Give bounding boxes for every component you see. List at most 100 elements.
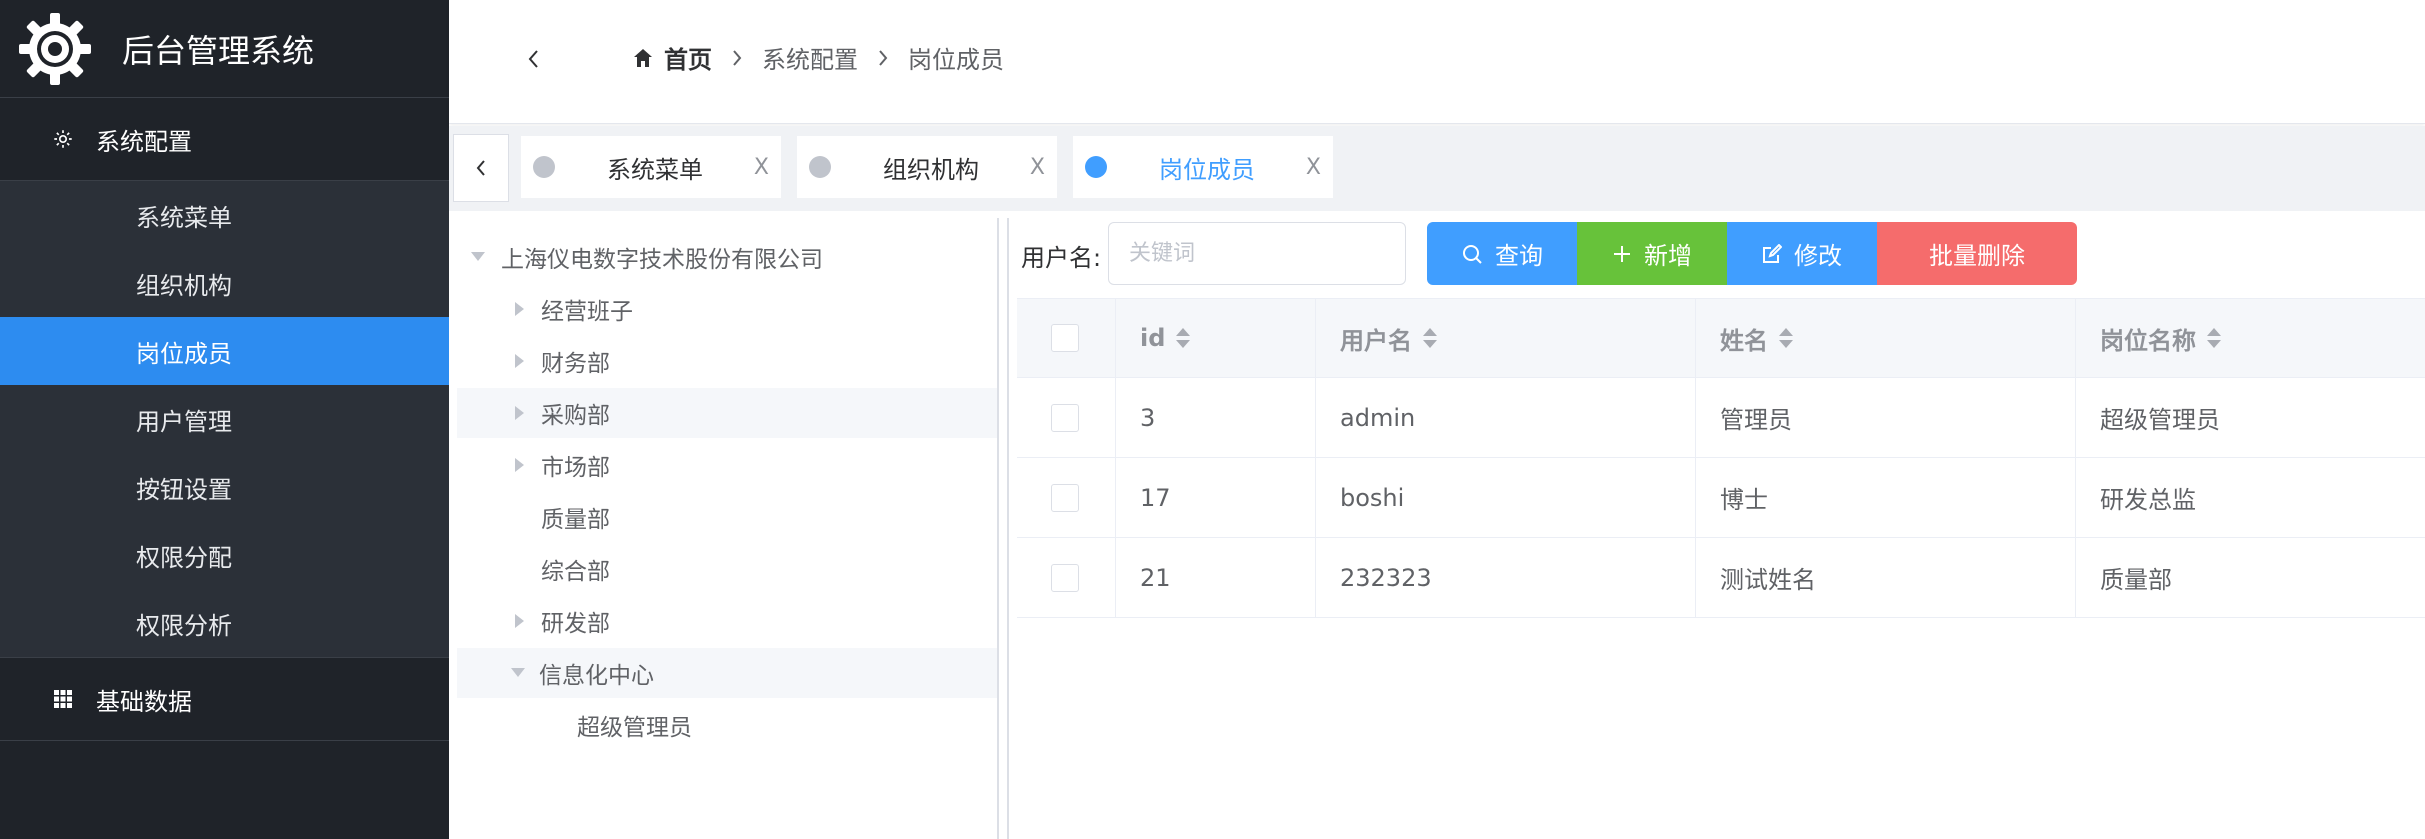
tab-organization[interactable]: 组织机构 X [797,136,1057,198]
table-row[interactable]: 21 232323 测试姓名 质量部 [1017,538,2425,618]
collapse-sidebar-button[interactable] [519,44,549,74]
cell-username: 232323 [1316,538,1696,617]
edit-icon [1763,243,1782,263]
gear-icon [50,126,76,152]
tabs-bar: 系统菜单 X 组织机构 X 岗位成员 X [449,126,2425,211]
cell-id: 21 [1116,538,1316,617]
tree-node-label: 经营班子 [541,299,633,325]
sidebar-item-label: 岗位成员 [136,339,232,368]
tree-node[interactable]: 经营班子 [457,284,997,334]
column-header-id[interactable]: id [1116,299,1316,377]
tree-node[interactable]: 采购部 [457,388,997,438]
batch-delete-button[interactable]: 批量删除 [1877,222,2077,285]
table-row[interactable]: 3 admin 管理员 超级管理员 [1017,378,2425,458]
tree-node[interactable]: 研发部 [457,596,997,646]
select-all-checkbox[interactable] [1051,324,1079,352]
cell-name: 管理员 [1696,378,2076,457]
sort-icon[interactable] [1778,326,1794,350]
caret-right-icon [513,406,527,420]
sidebar-item-permission-assign[interactable]: 权限分配 [0,521,449,589]
caret-right-icon [513,614,527,628]
chevron-right-icon [872,47,894,69]
home-icon [634,48,652,67]
tab-label: 岗位成员 [1159,155,1255,184]
row-checkbox[interactable] [1051,563,1079,592]
tree-node-label: 信息化中心 [539,663,654,689]
add-button-label: 新增 [1644,242,1692,270]
tree-node[interactable]: 市场部 [457,440,997,490]
tree-node-selected[interactable]: 信息化中心 [457,648,997,698]
sort-icon[interactable] [1175,326,1191,350]
breadcrumb-home[interactable]: 首页 [632,40,712,75]
row-select-cell [1017,458,1116,537]
sidebar: 后台管理系统 系统配置 系统菜单 组织机构 岗位成员 用户管理 按钮设置 权限分… [0,0,449,839]
search-label: 用户名: [1021,244,1102,272]
tree-node[interactable]: 综合部 [457,544,997,594]
column-header-username[interactable]: 用户名 [1316,299,1696,377]
sidebar-item-label: 系统菜单 [136,203,232,232]
caret-right-icon [513,354,527,368]
tab-close-button[interactable]: X [1306,155,1321,180]
tab-system-menu[interactable]: 系统菜单 X [521,136,781,198]
menu-group-label: 系统配置 [96,127,192,156]
menu-group-basic-data[interactable]: 基础数据 [0,657,449,741]
tree-node-label: 综合部 [541,559,610,585]
column-header-name[interactable]: 姓名 [1696,299,2076,377]
row-checkbox[interactable] [1051,483,1079,512]
column-header-label: 岗位名称 [2100,326,2196,355]
tab-position-members[interactable]: 岗位成员 X [1073,136,1333,198]
sidebar-item-label: 权限分析 [136,611,232,640]
tree-node-root[interactable]: 上海仪电数字技术股份有限公司 [457,232,997,282]
org-tree: 上海仪电数字技术股份有限公司 经营班子 财务部 采购部 市场部 质量部 综合部 … [453,224,997,839]
sidebar-item-user-management[interactable]: 用户管理 [0,385,449,453]
tree-node-leaf[interactable]: 超级管理员 [457,700,997,750]
sidebar-item-position-members[interactable]: 岗位成员 [0,317,449,385]
tree-node-label: 质量部 [541,507,610,533]
tree-node-label: 采购部 [541,403,610,429]
add-button[interactable]: 新增 [1577,222,1727,285]
column-header-label: 姓名 [1720,326,1768,355]
tree-node[interactable]: 财务部 [457,336,997,386]
row-checkbox[interactable] [1051,403,1079,432]
table-header: id 用户名 姓名 岗位名称 [1017,298,2425,378]
sidebar-item-system-menu[interactable]: 系统菜单 [0,181,449,249]
tab-close-button[interactable]: X [1030,155,1045,180]
caret-right-icon [513,458,527,472]
tree-node[interactable]: 质量部 [457,492,997,542]
sort-icon[interactable] [1422,326,1438,350]
cell-name: 测试姓名 [1696,538,2076,617]
breadcrumb-item[interactable]: 系统配置 [762,40,858,75]
top-header: 首页 系统配置 岗位成员 [449,0,2425,124]
tree-node-label: 研发部 [541,611,610,637]
username-search-input[interactable] [1108,222,1406,285]
cell-id: 17 [1116,458,1316,537]
sidebar-item-label: 用户管理 [136,407,232,436]
sidebar-item-label: 组织机构 [136,271,232,300]
query-button[interactable]: 查询 [1427,222,1577,285]
cell-id: 3 [1116,378,1316,457]
chevron-left-icon [476,160,485,176]
tab-close-button[interactable]: X [754,155,769,180]
breadcrumb-item-current: 岗位成员 [908,46,1004,74]
cell-name: 博士 [1696,458,2076,537]
chevron-left-icon [528,50,538,68]
tabs-scroll-left-button[interactable] [453,134,509,202]
grid-icon [50,686,76,712]
cell-position: 超级管理员 [2100,406,2220,434]
sort-icon[interactable] [2206,326,2222,350]
edit-button[interactable]: 修改 [1727,222,1877,285]
table-row[interactable]: 17 boshi 博士 研发总监 [1017,458,2425,538]
search-icon [1463,244,1482,264]
sidebar-item-organization[interactable]: 组织机构 [0,249,449,317]
tree-node-label: 财务部 [541,351,610,377]
cell-username: boshi [1316,458,1696,537]
panel-divider[interactable] [997,218,999,839]
tab-status-dot [809,156,831,178]
column-header-position[interactable]: 岗位名称 [2076,299,2425,377]
menu-group-system-config[interactable]: 系统配置 [0,98,449,181]
brand: 后台管理系统 [0,0,449,98]
sidebar-item-button-settings[interactable]: 按钮设置 [0,453,449,521]
panel-divider [1007,218,1009,839]
edit-button-label: 修改 [1794,242,1842,270]
sidebar-item-permission-analysis[interactable]: 权限分析 [0,589,449,657]
